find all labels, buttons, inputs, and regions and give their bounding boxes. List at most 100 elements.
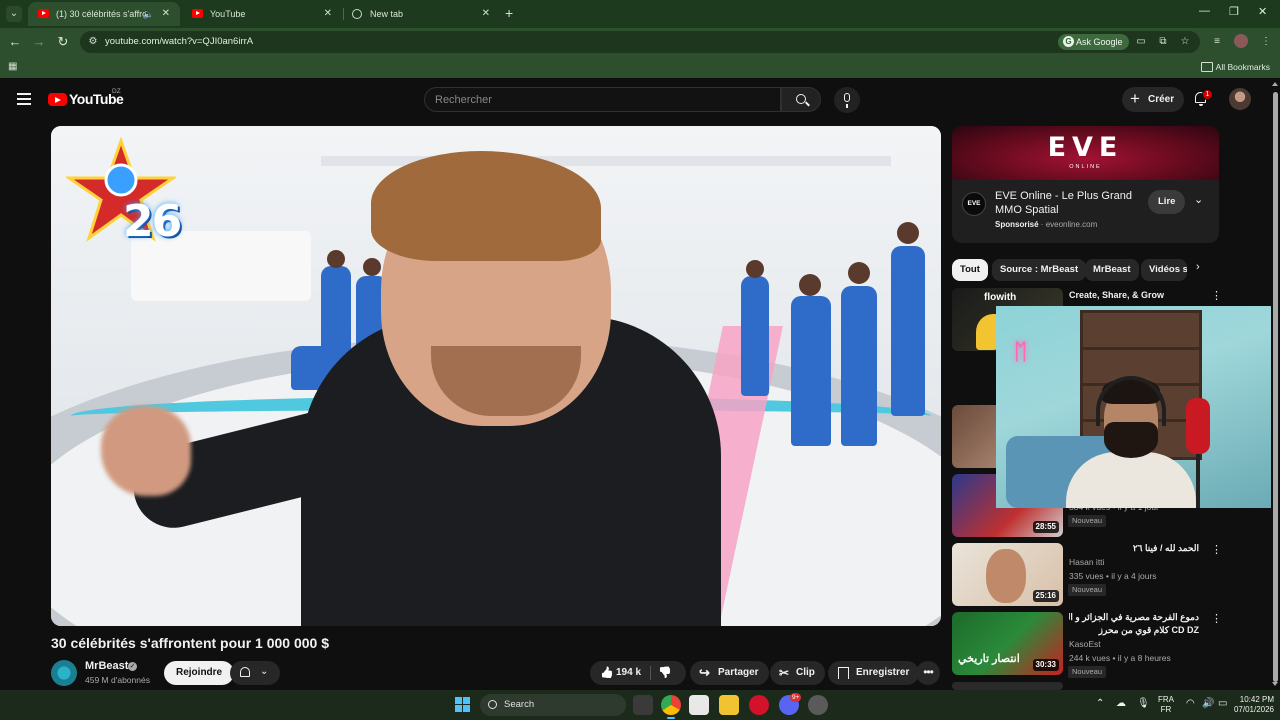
- ad-read-button[interactable]: Lire: [1148, 190, 1186, 214]
- contestant-figure: [791, 296, 831, 446]
- share-button[interactable]: Partager: [690, 661, 769, 685]
- chip-mrbeast[interactable]: MrBeast: [1085, 259, 1139, 281]
- speaker-icon[interactable]: 🔈: [143, 2, 154, 26]
- close-icon[interactable]: ✕: [482, 2, 490, 26]
- chip-all[interactable]: Tout: [952, 259, 988, 281]
- chip-source-mrbeast[interactable]: Source : MrBeast: [992, 259, 1087, 281]
- address-bar[interactable]: ⚙ youtube.com/watch?v=QJI0an6irrA Ask Go…: [80, 31, 1200, 53]
- opera-icon[interactable]: [749, 695, 769, 715]
- volume-icon[interactable]: 🔊: [1202, 698, 1214, 709]
- chevron-down-icon: ⌄: [260, 666, 269, 677]
- cast-icon[interactable]: ▭: [1134, 35, 1148, 49]
- rec-thumbnail[interactable]: انتصار تاريخي 30:33: [952, 612, 1063, 675]
- rec-title[interactable]: دموع الفرحة مصرية في الجزائر و الكونغو: [1069, 611, 1199, 623]
- ask-google-button[interactable]: Ask Google: [1058, 34, 1129, 50]
- youtube-favicon-icon: [38, 9, 49, 18]
- ad-meta: Sponsorisé · eveonline.com: [995, 220, 1098, 229]
- snipping-tool-icon[interactable]: [689, 695, 709, 715]
- minimize-icon[interactable]: —: [1199, 5, 1210, 17]
- rec-more-icon[interactable]: ⋮: [1211, 614, 1222, 625]
- rec-title-line-2[interactable]: CD DZ كلام قوي من محرز: [1069, 624, 1199, 636]
- scroll-up-icon[interactable]: [1272, 82, 1278, 86]
- rec-title[interactable]: الحمد لله / فينا ٢٦: [1069, 542, 1199, 554]
- hamburger-menu-icon[interactable]: [17, 93, 31, 105]
- chevron-up-icon[interactable]: ⌃: [1096, 698, 1104, 709]
- rec-new-badge: Nouveau: [1068, 584, 1107, 596]
- tray-app-icon[interactable]: [808, 695, 828, 715]
- join-button[interactable]: Rejoindre: [164, 661, 235, 685]
- page-scrollbar[interactable]: [1271, 78, 1280, 690]
- search-button[interactable]: [781, 87, 821, 112]
- menu-kebab-icon[interactable]: ⋮: [1259, 35, 1273, 49]
- site-info-icon[interactable]: ⚙: [86, 35, 100, 49]
- youtube-page: YouTube DZ Créer 1: [0, 78, 1280, 690]
- create-label: Créer: [1148, 94, 1175, 105]
- rec-channel[interactable]: KasoEst: [1069, 639, 1101, 649]
- rec-thumbnail-text: انتصار تاريخي: [958, 653, 1020, 665]
- tab-new-tab[interactable]: New tab ✕: [342, 2, 500, 26]
- apps-grid-icon[interactable]: ▦: [8, 61, 19, 72]
- all-bookmarks-button[interactable]: All Bookmarks: [1200, 56, 1270, 78]
- microphone-icon: [1186, 398, 1210, 454]
- voice-search-button[interactable]: [834, 87, 860, 113]
- chip-videos[interactable]: Vidéos s: [1141, 259, 1187, 281]
- subscription-bell-button[interactable]: ⌄: [230, 661, 280, 685]
- search-input[interactable]: [425, 88, 780, 111]
- ad-title[interactable]: EVE Online - Le Plus Grand MMO Spatial: [995, 189, 1135, 217]
- wifi-icon[interactable]: ◠: [1186, 698, 1195, 709]
- chevron-right-icon[interactable]: ›: [1196, 261, 1200, 273]
- tab-search-list-icon[interactable]: ≡: [1210, 35, 1224, 49]
- restore-icon[interactable]: ❐: [1229, 5, 1239, 18]
- dislike-icon[interactable]: 👎: [658, 661, 672, 685]
- more-actions-icon[interactable]: •••: [916, 661, 940, 685]
- file-explorer-icon[interactable]: [719, 695, 739, 715]
- rec-channel[interactable]: Hasan itti: [1069, 557, 1104, 567]
- chevron-down-icon[interactable]: ⌄: [1194, 193, 1203, 206]
- input-language[interactable]: FRA FR: [1158, 695, 1174, 715]
- advertiser-logo[interactable]: EVE: [962, 192, 986, 216]
- new-tab-button[interactable]: +: [505, 5, 513, 21]
- host-hair: [371, 151, 601, 261]
- task-view-icon[interactable]: [633, 695, 653, 715]
- ad-banner[interactable]: EVE ONLINE: [952, 126, 1219, 180]
- tab-current-video[interactable]: (1) 30 célébrités s'affronten 🔈 ✕: [28, 2, 180, 26]
- reload-icon[interactable]: ↻: [54, 33, 72, 51]
- clock[interactable]: 10:42 PM 07/01/2026: [1226, 695, 1274, 715]
- chrome-icon[interactable]: [661, 695, 681, 719]
- url-text[interactable]: youtube.com/watch?v=QJI0an6irrA: [105, 31, 253, 53]
- tab-search-icon[interactable]: ⌄: [6, 6, 22, 22]
- windows-start-icon[interactable]: [455, 697, 471, 713]
- scroll-down-icon[interactable]: [1272, 682, 1278, 686]
- tab-youtube[interactable]: YouTube ✕: [182, 2, 342, 26]
- like-button[interactable]: 194 k: [600, 661, 641, 685]
- clip-button[interactable]: Clip: [770, 661, 825, 685]
- microphone-tray-icon[interactable]: 🎙: [1137, 698, 1150, 709]
- rec-more-icon[interactable]: ⋮: [1211, 545, 1222, 556]
- rec-thumbnail[interactable]: 25:16: [952, 543, 1063, 606]
- taskbar-search[interactable]: Search: [480, 694, 626, 716]
- translate-icon[interactable]: ⧉: [1156, 35, 1170, 49]
- rec-new-badge: Nouveau: [1068, 515, 1107, 527]
- bookmark-star-icon[interactable]: ☆: [1178, 35, 1192, 49]
- forward-arrow-icon[interactable]: →: [30, 33, 48, 51]
- save-button[interactable]: Enregistrer: [828, 661, 920, 685]
- channel-avatar[interactable]: [51, 660, 77, 686]
- rec-thumbnail[interactable]: [952, 682, 1063, 690]
- tab-title: YouTube: [210, 9, 246, 19]
- video-player[interactable]: 26: [51, 126, 941, 626]
- create-button[interactable]: Créer: [1122, 86, 1185, 112]
- close-icon[interactable]: ✕: [324, 2, 332, 26]
- cloud-icon[interactable]: ☁: [1116, 698, 1126, 709]
- profile-avatar[interactable]: [1234, 34, 1248, 48]
- back-arrow-icon[interactable]: ←: [6, 33, 24, 51]
- close-window-icon[interactable]: ✕: [1258, 5, 1267, 18]
- contestant-head: [327, 250, 345, 268]
- scrollbar-thumb[interactable]: [1273, 92, 1278, 682]
- globe-icon: [352, 9, 362, 19]
- channel-name[interactable]: MrBeast: [85, 660, 128, 672]
- account-avatar[interactable]: [1229, 88, 1251, 110]
- ad-card[interactable]: EVE ONLINE EVE EVE Online - Le Plus Gran…: [952, 126, 1219, 243]
- rec-more-icon[interactable]: ⋮: [1211, 291, 1222, 302]
- rec-title[interactable]: Create, Share, & Grow: [1069, 289, 1199, 301]
- close-icon[interactable]: ✕: [162, 2, 170, 26]
